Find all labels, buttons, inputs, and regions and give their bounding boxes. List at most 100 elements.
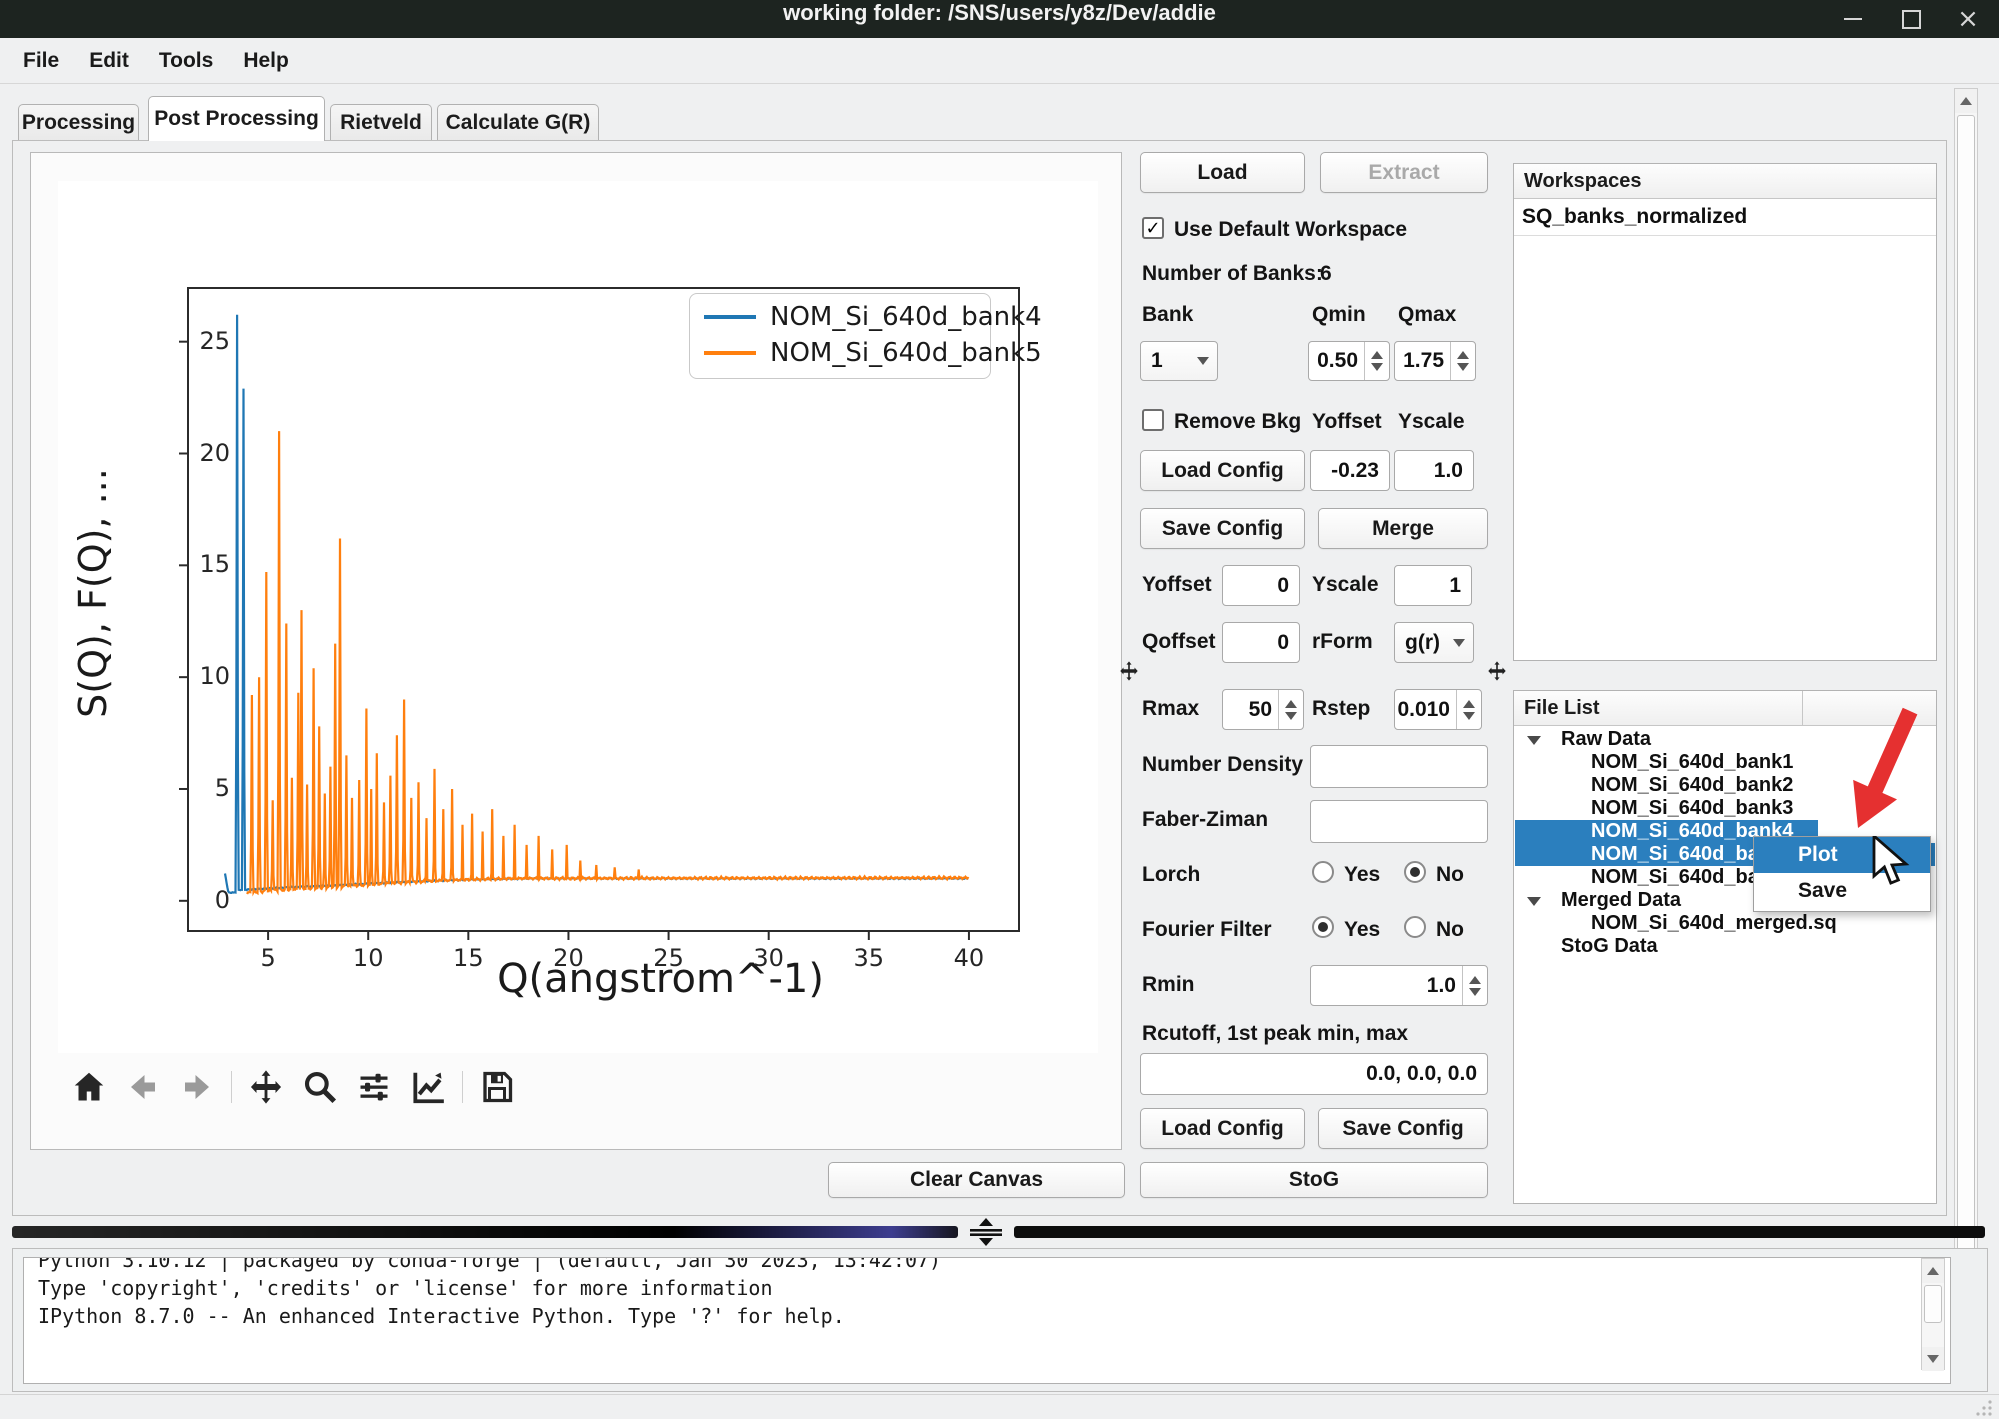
load-config-button[interactable]: Load Config [1140, 450, 1305, 491]
bkg-yscale-field[interactable]: 1.0 [1394, 450, 1474, 491]
scrollbar-thumb[interactable] [1957, 115, 1975, 1363]
x-axis-label: Q(angstrom^-1) [245, 956, 1076, 1002]
splitter-handle-icon[interactable] [1486, 660, 1508, 682]
tree-item-label: NOM_Si_640d_bank2 [1591, 774, 1793, 797]
menu-file[interactable]: File [8, 49, 74, 73]
tree-expander-icon[interactable] [1527, 736, 1541, 745]
subplots-icon[interactable] [354, 1067, 394, 1107]
bank-dropdown[interactable]: 1 [1140, 341, 1218, 381]
tree-row-nom-si-640d-merged-sq[interactable]: NOM_Si_640d_merged.sq [1515, 912, 1935, 935]
splitter-grip-icon[interactable] [962, 1216, 1010, 1248]
qmin-value: 0.50 [1309, 342, 1364, 380]
console-scrollbar[interactable] [1921, 1258, 1945, 1370]
console-panel: In [1]: Python 3.10.12 | packaged by con… [12, 1248, 1988, 1392]
lorch-no-radio[interactable] [1404, 861, 1426, 883]
window-scrollbar[interactable] [1954, 88, 1978, 1388]
remove-bkg-label: Remove Bkg [1174, 410, 1301, 434]
rmax-value: 50 [1223, 690, 1278, 729]
tree-row-stog-data[interactable]: StoG Data [1515, 935, 1935, 958]
menu-edit[interactable]: Edit [74, 49, 144, 73]
customize-icon[interactable] [408, 1067, 448, 1107]
spin-buttons[interactable] [1364, 342, 1389, 380]
plot-canvas[interactable]: 0510152025 510152025303540 S(Q), F(Q), .… [58, 181, 1098, 1053]
save-icon[interactable] [477, 1067, 517, 1107]
fourier-no-radio[interactable] [1404, 916, 1426, 938]
rcutoff-field[interactable]: 0.0, 0.0, 0.0 [1140, 1053, 1488, 1095]
number-density-label: Number Density [1142, 753, 1303, 777]
rmin-spinbox[interactable]: 1.0 [1310, 965, 1488, 1006]
tab-calculate-g-r-[interactable]: Calculate G(R) [437, 104, 599, 141]
console-prompt: In [1]: [38, 1358, 219, 1384]
tab-processing[interactable]: Processing [18, 104, 139, 141]
bank-label: Bank [1142, 303, 1193, 327]
stog-button[interactable]: StoG [1140, 1162, 1488, 1198]
menu-tools[interactable]: Tools [144, 49, 228, 73]
horizontal-splitter[interactable] [1014, 1226, 1985, 1238]
file-list-title: File List [1524, 697, 1600, 720]
rform-dropdown[interactable]: g(r) [1394, 622, 1474, 663]
zoom-icon[interactable] [300, 1067, 340, 1107]
minimize-button[interactable] [1830, 2, 1876, 36]
use-default-workspace-checkbox[interactable]: ✓ [1142, 217, 1164, 239]
title-bar: working folder: /SNS/users/y8z/Dev/addie… [0, 0, 1999, 38]
legend-entry: NOM_Si_640d_bank4 [704, 304, 1042, 330]
qmax-spinbox[interactable]: 1.75 [1394, 341, 1476, 381]
console-line: IPython 8.7.0 -- An enhanced Interactive… [38, 1302, 845, 1330]
toolbar-separator [462, 1071, 463, 1103]
spin-buttons[interactable] [1450, 342, 1475, 380]
forward-icon[interactable] [177, 1067, 217, 1107]
rform-value: g(r) [1395, 631, 1453, 655]
scroll-down-icon[interactable] [1922, 1347, 1944, 1371]
bkg-yoffset-field[interactable]: -0.23 [1310, 450, 1390, 491]
workspace-item[interactable]: SQ_banks_normalized [1514, 199, 1936, 236]
fourier-yes-radio[interactable] [1312, 916, 1334, 938]
tab-post-processing[interactable]: Post Processing [148, 96, 325, 141]
scroll-up-icon[interactable] [1955, 89, 1977, 113]
faber-ziman-field[interactable] [1310, 800, 1488, 843]
y-tick-label: 0 [158, 886, 230, 914]
qoffset-field[interactable]: 0 [1222, 622, 1300, 663]
scrollbar-thumb[interactable] [1924, 1285, 1942, 1323]
merge-button[interactable]: Merge [1318, 508, 1488, 549]
load-config-button-2[interactable]: Load Config [1140, 1108, 1305, 1149]
clear-canvas-button[interactable]: Clear Canvas [828, 1162, 1125, 1198]
legend-line-sample [704, 351, 756, 355]
yoffset-field[interactable]: 0 [1222, 565, 1300, 606]
tree-expander-icon[interactable] [1527, 897, 1541, 906]
remove-bkg-checkbox[interactable] [1142, 409, 1164, 431]
qmin-spinbox[interactable]: 0.50 [1308, 341, 1390, 381]
back-icon[interactable] [123, 1067, 163, 1107]
tab-rietveld[interactable]: Rietveld [330, 104, 432, 141]
maximize-button[interactable] [1888, 2, 1934, 36]
number-of-banks-value: 6 [1320, 262, 1332, 286]
load-button[interactable]: Load [1140, 152, 1305, 193]
qmax-label: Qmax [1398, 303, 1456, 327]
number-density-field[interactable] [1310, 745, 1488, 788]
home-icon[interactable] [69, 1067, 109, 1107]
status-bar [0, 1394, 1999, 1419]
spin-buttons[interactable] [1278, 690, 1303, 729]
spin-buttons[interactable] [1456, 690, 1481, 729]
resize-grip-icon[interactable] [1971, 1399, 1993, 1417]
menu-help[interactable]: Help [228, 49, 304, 73]
rstep-spinbox[interactable]: 0.010 [1394, 689, 1482, 730]
extract-button[interactable]: Extract [1320, 152, 1488, 193]
rstep-label: Rstep [1312, 697, 1370, 721]
yscale-field[interactable]: 1 [1394, 565, 1472, 606]
lorch-yes-radio[interactable] [1312, 861, 1334, 883]
bkg-yoffset-label: Yoffset [1312, 410, 1382, 434]
rmax-spinbox[interactable]: 50 [1222, 689, 1304, 730]
save-config-button-2[interactable]: Save Config [1318, 1108, 1488, 1149]
splitter-handle-icon[interactable] [1118, 660, 1140, 682]
spin-buttons[interactable] [1462, 966, 1487, 1005]
pan-icon[interactable] [246, 1067, 286, 1107]
qmax-value: 1.75 [1395, 342, 1450, 380]
workspaces-panel: Workspaces SQ_banks_normalized [1513, 163, 1937, 661]
close-button[interactable]: × [1945, 2, 1991, 36]
console[interactable]: In [1]: Python 3.10.12 | packaged by con… [23, 1257, 1951, 1384]
workspaces-header[interactable]: Workspaces [1514, 164, 1936, 199]
y-tick-label: 20 [158, 439, 230, 467]
horizontal-splitter[interactable] [12, 1226, 958, 1238]
scroll-up-icon[interactable] [1922, 1259, 1944, 1283]
save-config-button[interactable]: Save Config [1140, 508, 1305, 549]
